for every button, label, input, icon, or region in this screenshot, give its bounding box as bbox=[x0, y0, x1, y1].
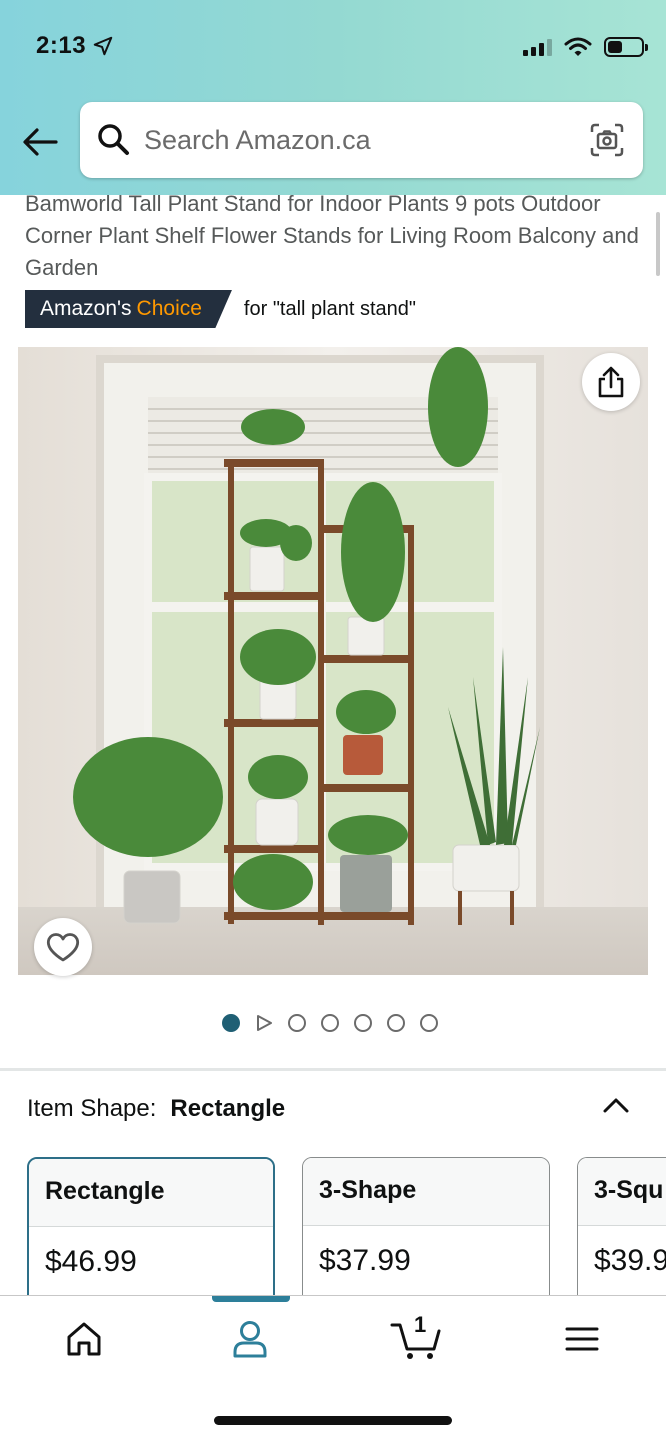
shape-option-3-shape[interactable]: 3-Shape $37.99 bbox=[302, 1157, 550, 1317]
wifi-icon bbox=[564, 37, 592, 56]
item-shape-label: Item Shape: Rectangle bbox=[27, 1095, 285, 1123]
image-pagination[interactable] bbox=[222, 1012, 438, 1034]
video-play-icon[interactable] bbox=[255, 1014, 273, 1032]
search-bar[interactable] bbox=[80, 102, 643, 178]
product-image[interactable] bbox=[18, 347, 648, 975]
search-input[interactable] bbox=[144, 120, 564, 160]
scroll-indicator bbox=[656, 212, 660, 276]
back-button[interactable] bbox=[20, 122, 60, 162]
amazons-choice-row: Amazon's Choice for "tall plant stand" bbox=[25, 290, 416, 328]
nav-active-indicator bbox=[212, 1296, 290, 1302]
badge-query: for "tall plant stand" bbox=[243, 297, 416, 320]
shape-option-price: $46.99 bbox=[45, 1245, 137, 1278]
pagination-dot[interactable] bbox=[288, 1014, 306, 1032]
cart-count: 1 bbox=[414, 1312, 427, 1337]
nav-menu[interactable] bbox=[552, 1314, 612, 1364]
item-shape-selected: Rectangle bbox=[170, 1095, 286, 1122]
shape-option-name: 3-Squ bbox=[578, 1158, 666, 1226]
shape-option-price: $37.99 bbox=[319, 1244, 411, 1277]
pagination-dot[interactable] bbox=[387, 1014, 405, 1032]
menu-icon bbox=[565, 1327, 599, 1351]
wishlist-button[interactable] bbox=[34, 918, 92, 976]
shape-option-3-square[interactable]: 3-Squ $39.9 bbox=[577, 1157, 666, 1317]
share-icon bbox=[598, 366, 624, 398]
cellular-signal-icon bbox=[523, 38, 552, 56]
chevron-up-icon[interactable] bbox=[600, 1090, 632, 1122]
badge-highlight: Choice bbox=[136, 297, 202, 320]
pagination-dot-active[interactable] bbox=[222, 1014, 240, 1032]
user-icon bbox=[233, 1321, 267, 1358]
status-time: 2:13 bbox=[36, 32, 114, 60]
nav-account[interactable] bbox=[220, 1314, 280, 1364]
pagination-dot[interactable] bbox=[420, 1014, 438, 1032]
pagination-dot[interactable] bbox=[354, 1014, 372, 1032]
status-time-text: 2:13 bbox=[36, 32, 87, 59]
search-icon bbox=[98, 124, 129, 155]
shape-option-name: Rectangle bbox=[29, 1159, 273, 1227]
heart-icon bbox=[46, 933, 80, 962]
share-button[interactable] bbox=[582, 353, 640, 411]
badge-prefix: Amazon's bbox=[40, 297, 132, 320]
nav-cart[interactable]: 1 bbox=[386, 1312, 446, 1364]
amazons-choice-badge: Amazon's Choice bbox=[25, 290, 232, 328]
camera-scan-icon[interactable] bbox=[589, 122, 625, 158]
status-icons bbox=[523, 36, 648, 58]
pagination-dot[interactable] bbox=[321, 1014, 339, 1032]
app-header: 2:13 bbox=[0, 0, 666, 195]
home-indicator bbox=[214, 1416, 452, 1425]
product-title[interactable]: Bamworld Tall Plant Stand for Indoor Pla… bbox=[25, 188, 645, 284]
location-arrow-icon bbox=[93, 36, 113, 56]
nav-home[interactable] bbox=[54, 1314, 114, 1364]
plant-stand-illustration bbox=[18, 347, 648, 975]
battery-icon bbox=[604, 37, 648, 57]
item-shape-label-text: Item Shape: bbox=[27, 1095, 157, 1122]
shape-option-rectangle[interactable]: Rectangle $46.99 bbox=[27, 1157, 275, 1317]
shape-option-price: $39.9 bbox=[594, 1244, 666, 1277]
back-arrow-icon bbox=[23, 128, 58, 156]
home-icon bbox=[67, 1322, 101, 1356]
shape-option-name: 3-Shape bbox=[303, 1158, 549, 1226]
section-divider bbox=[0, 1068, 666, 1071]
